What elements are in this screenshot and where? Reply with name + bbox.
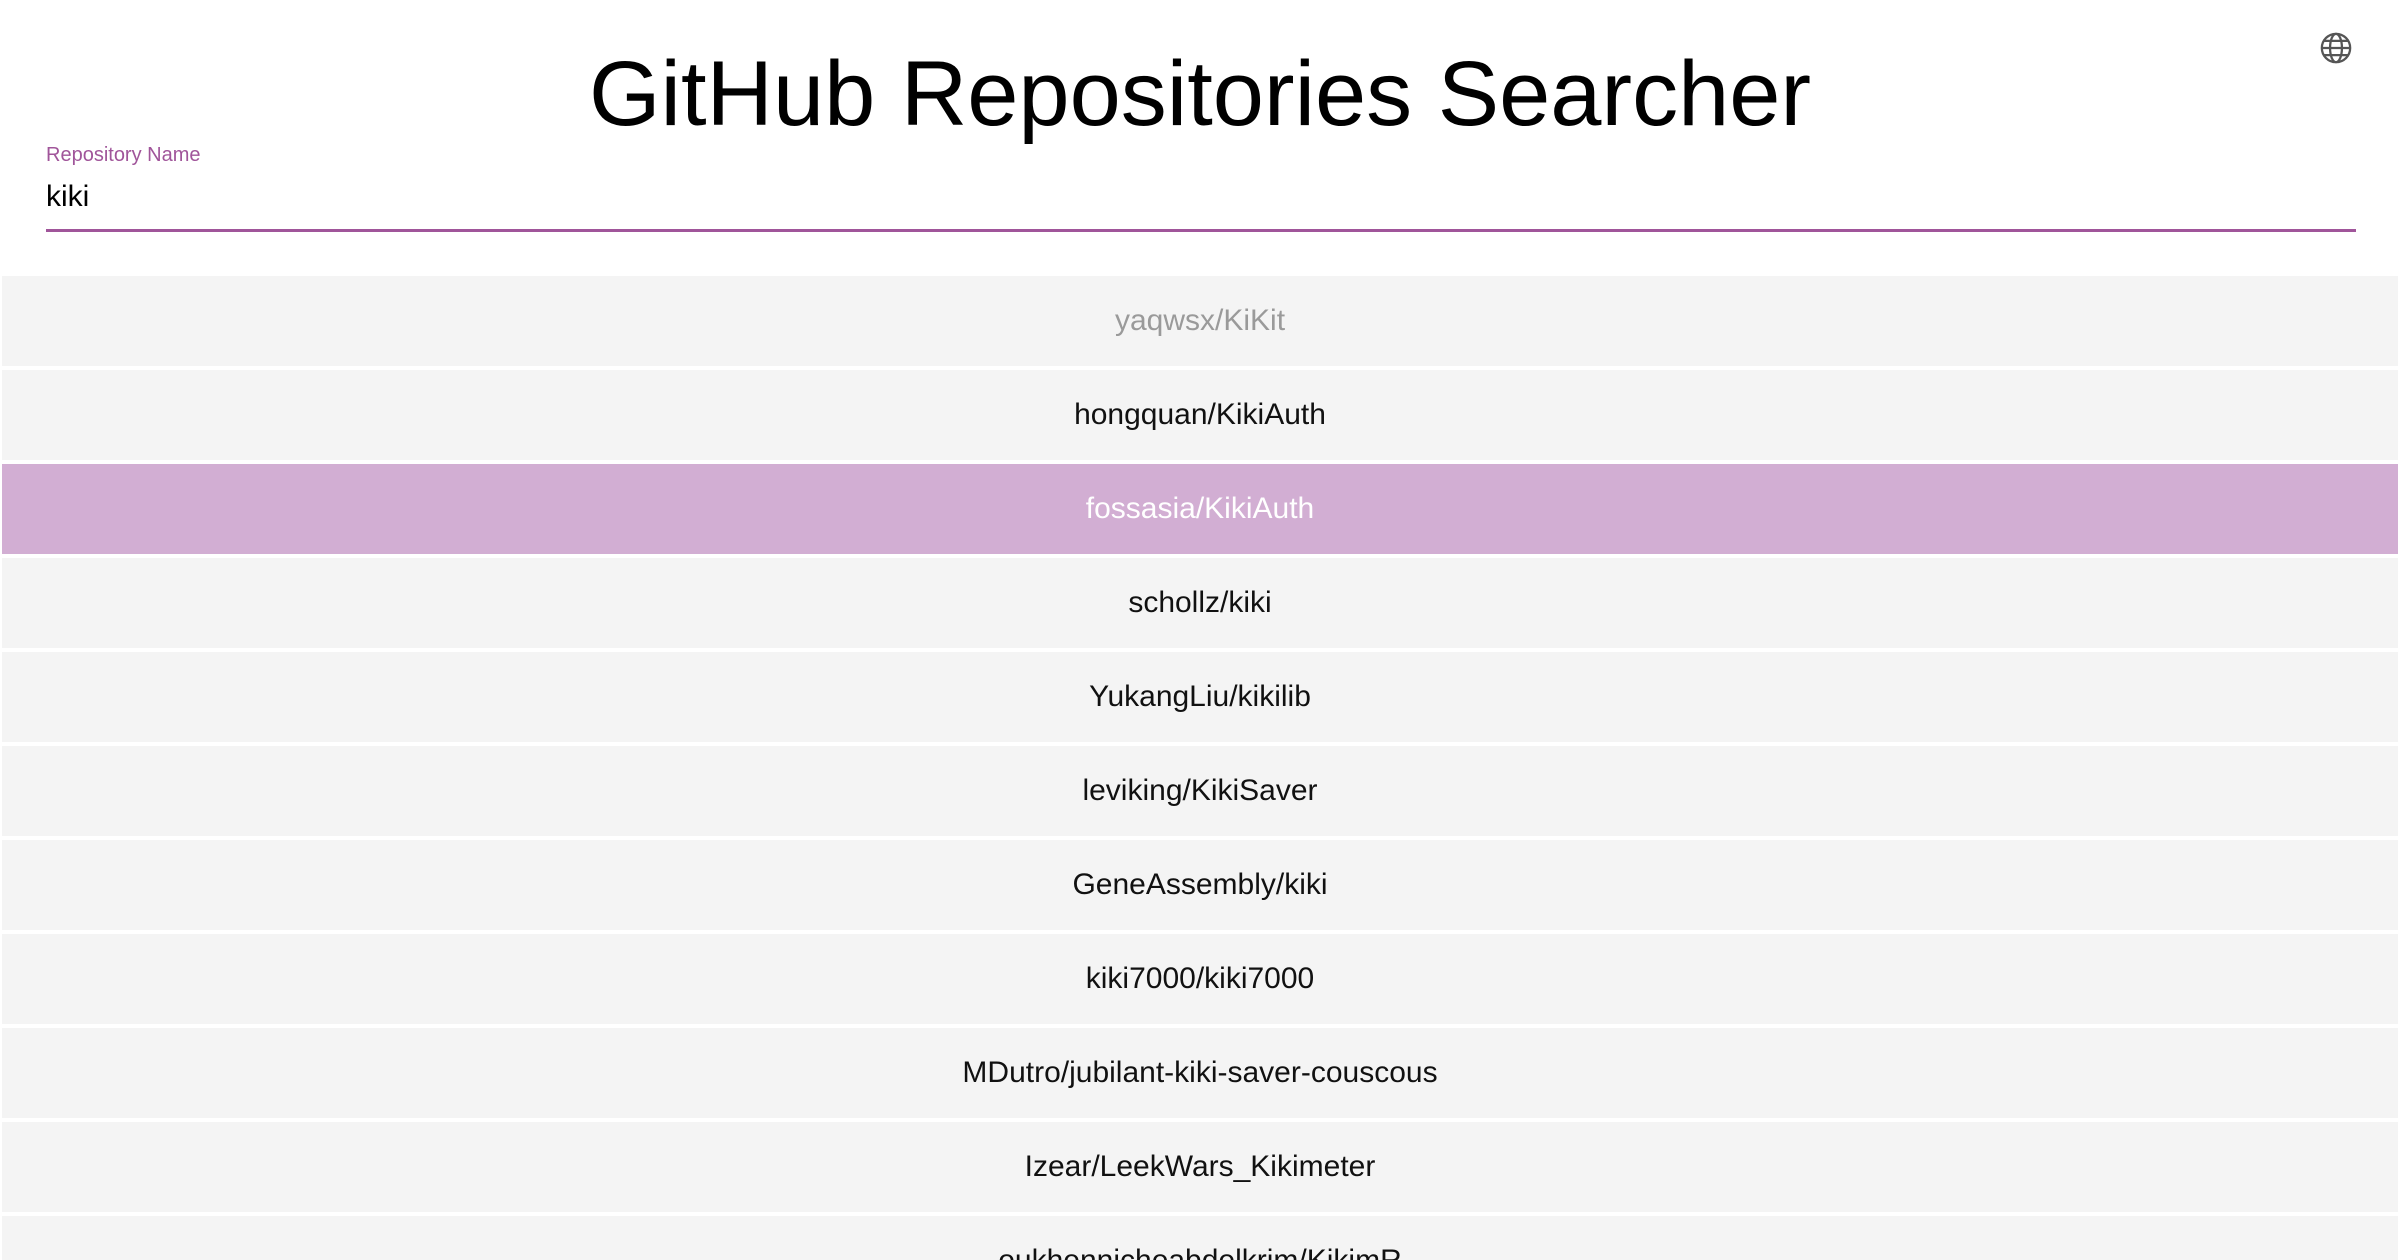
result-item[interactable]: yaqwsx/KiKit — [2, 276, 2398, 366]
result-item[interactable]: fossasia/KikiAuth — [2, 464, 2398, 554]
result-item-label: fossasia/KikiAuth — [1085, 492, 1315, 525]
result-item[interactable]: oukhennicheabdelkrim/KikimR — [2, 1216, 2398, 1260]
globe-icon — [2320, 32, 2352, 64]
result-item[interactable]: Izear/LeekWars_Kikimeter — [2, 1122, 2398, 1212]
repository-name-label: Repository Name — [46, 144, 201, 166]
result-item[interactable]: MDutro/jubilant-kiki-saver-couscous — [2, 1028, 2398, 1118]
result-item-label: hongquan/KikiAuth — [1074, 398, 1326, 431]
result-item-label: MDutro/jubilant-kiki-saver-couscous — [962, 1056, 1438, 1089]
result-item-label: yaqwsx/KiKit — [1114, 304, 1286, 337]
result-item-label: Izear/LeekWars_Kikimeter — [1024, 1150, 1376, 1183]
result-item-label: kiki7000/kiki7000 — [1085, 962, 1315, 995]
result-item[interactable]: kiki7000/kiki7000 — [2, 934, 2398, 1024]
result-item-label: GeneAssembly/kiki — [1072, 868, 1328, 901]
result-item[interactable]: leviking/KikiSaver — [2, 746, 2398, 836]
results-list: yaqwsx/KiKit hongquan/KikiAuth fossasia/Ki… — [2, 276, 2398, 1260]
result-item[interactable]: GeneAssembly/kiki — [2, 840, 2398, 930]
repository-name-field: Repository Name — [46, 140, 2356, 232]
page-title: GitHub Repositories Searcher — [588, 43, 1812, 145]
result-item-label: oukhennicheabdelkrim/KikimR — [998, 1244, 1402, 1260]
result-item[interactable]: hongquan/KikiAuth — [2, 370, 2398, 460]
result-item[interactable]: schollz/kiki — [2, 558, 2398, 648]
repository-name-input[interactable] — [46, 174, 2356, 220]
page: GitHub Repositories Searcher Repository … — [0, 0, 2400, 1260]
result-item[interactable]: YukangLiu/kikilib — [2, 652, 2398, 742]
result-item-label: leviking/KikiSaver — [1082, 774, 1318, 807]
result-item-label: YukangLiu/kikilib — [1089, 680, 1311, 713]
language-button[interactable] — [2316, 28, 2356, 68]
result-item-label: schollz/kiki — [1128, 586, 1272, 619]
